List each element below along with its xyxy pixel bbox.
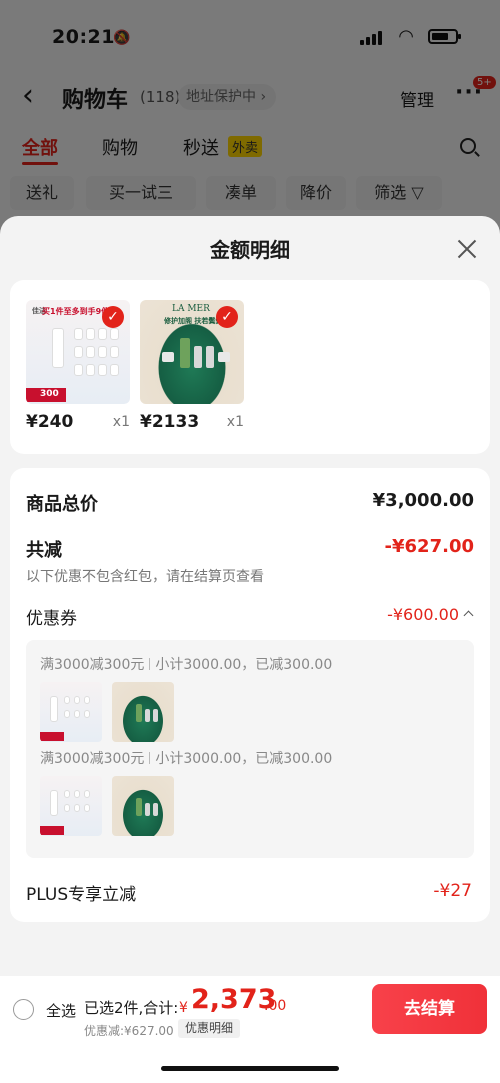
thumb-promo-text: 买1件至多到手9件 [42, 307, 110, 316]
coupon-rule: 满3000减300元 [40, 657, 145, 673]
reduce-note: 以下优惠不包含红包，请在结算页查看 [26, 569, 264, 585]
sheet-header: 金额明细 [0, 216, 500, 276]
coupon-value: -¥600.00 [387, 605, 459, 624]
coupon-group-text: 满3000减300元 小计3000.00，已减300.00 [40, 654, 332, 674]
coupon-product-thumb [112, 682, 174, 742]
plus-discount-value: -¥27 [433, 881, 472, 901]
product-image: LA MER 修护加阁 扶若鬓鬓 ✓ [140, 300, 244, 404]
coupon-product-thumb [112, 776, 174, 836]
checkout-button[interactable]: 去结算 [372, 984, 487, 1034]
plus-discount-label: PLUS专享立减 [26, 885, 137, 905]
coupon-detail-box: 满3000减300元 小计3000.00，已减300.00 满3000减300元小… [26, 640, 474, 858]
total-label: 商品总价 [26, 494, 98, 515]
coupon-rule: 满3000减300元 [40, 751, 145, 767]
sheet-title: 金额明细 [210, 238, 290, 262]
select-all-radio[interactable] [13, 999, 34, 1020]
coupon-product-thumb [40, 682, 102, 742]
selected-check-icon[interactable]: ✓ [102, 306, 124, 328]
product-image: 佳洁 买1件至多到手9件 300 ✓ [26, 300, 130, 404]
product-qty: x1 [226, 414, 244, 430]
coupon-summary: 小计3000.00，已减300.00 [155, 657, 333, 673]
home-indicator [161, 1066, 339, 1071]
coupon-summary: 小计3000.00，已减300.00 [155, 751, 333, 767]
total-cents: .00 [264, 998, 287, 1014]
price-breakdown-card: 商品总价 ¥3,000.00 共减 -¥627.00 以下优惠不包含红包，请在结… [10, 468, 490, 922]
coupon-label: 优惠券 [26, 609, 77, 629]
amount-detail-sheet: 金额明细 佳洁 买1件至多到手9件 300 ✓ ¥240 x1 LA MER 修… [0, 216, 500, 1083]
product-qty: x1 [112, 414, 130, 430]
coupon-product-thumb [40, 776, 102, 836]
selected-products-card: 佳洁 买1件至多到手9件 300 ✓ ¥240 x1 LA MER 修护加阁 扶… [10, 280, 490, 454]
discount-summary: 优惠减:¥627.00 [84, 1024, 174, 1038]
thumb-brand-text: LA MER [172, 304, 210, 314]
reduce-value: -¥627.00 [384, 536, 474, 557]
selected-count-label: 已选2件,合计: [84, 999, 179, 1017]
coupon-group-text: 满3000减300元 小计3000.00，已减300.00 [40, 748, 332, 768]
product-price: ¥2133 [140, 412, 200, 432]
discount-detail-link[interactable]: 优惠明细 [178, 1019, 241, 1038]
thumb-deal-text: 300 [40, 389, 59, 399]
chevron-up-icon [463, 610, 474, 621]
checkout-bar: 全选 已选2件,合计: ¥ 2,373 .00 优惠减:¥627.00 优惠明细… [0, 976, 500, 1083]
total-value: ¥3,000.00 [372, 490, 474, 511]
product-item[interactable]: 佳洁 买1件至多到手9件 300 ✓ ¥240 x1 [26, 300, 130, 432]
selected-check-icon[interactable]: ✓ [216, 306, 238, 328]
product-item[interactable]: LA MER 修护加阁 扶若鬓鬓 ✓ ¥2133 x1 [140, 300, 244, 432]
reduce-label: 共减 [26, 540, 62, 561]
total-currency: ¥ [179, 1000, 188, 1016]
select-all-label[interactable]: 全选 [46, 1000, 76, 1021]
coupon-toggle[interactable]: -¥600.00 [387, 605, 474, 624]
product-price: ¥240 [26, 412, 74, 432]
thumb-promo-text: 修护加阁 扶若鬓鬓 [164, 317, 223, 325]
close-icon[interactable] [456, 238, 478, 260]
